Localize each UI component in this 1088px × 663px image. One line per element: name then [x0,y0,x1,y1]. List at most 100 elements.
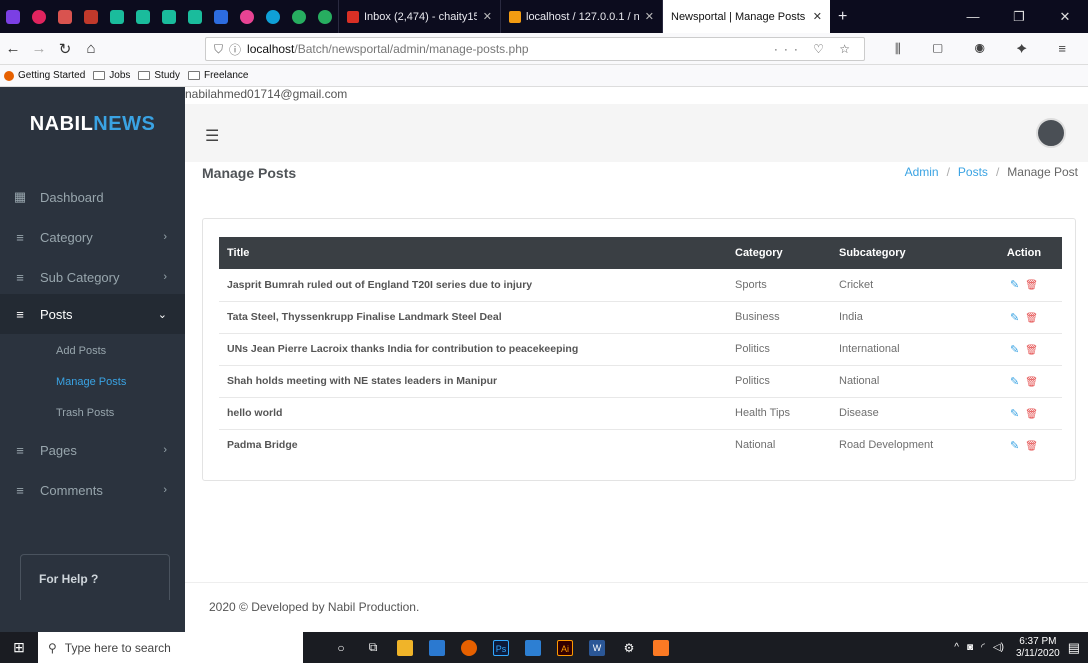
sidebar-item-category[interactable]: ≡ Category › [0,217,185,257]
hamburger-icon[interactable]: ☰ [205,126,219,146]
window-controls: — ❐ ✕ [950,9,1088,25]
sidebar-item-comments[interactable]: ≡ Comments › [0,470,185,510]
word-icon[interactable]: W [581,632,613,663]
post-title: hello world [219,397,727,430]
pinned-tab[interactable] [286,0,312,33]
app-icon[interactable] [517,632,549,663]
wifi-icon[interactable]: ◜ [981,642,985,653]
home-icon[interactable]: ⌂ [78,40,104,57]
sidebar-item-dashboard[interactable]: ▦ Dashboard [0,177,185,217]
file-explorer-icon[interactable] [389,632,421,663]
close-tab-icon[interactable]: ✕ [639,10,654,23]
settings-icon[interactable]: ⚙ [613,632,645,663]
toolbar-icons[interactable]: ⫼ ▢ ◉ ✦ ≡ [895,41,1080,57]
user-email: nabilahmed01714@gmail.com [185,87,348,101]
bookmarks-bar: Getting Started Jobs Study Freelance [0,65,1088,87]
folder-icon [187,71,200,80]
back-icon[interactable]: ← [0,40,26,57]
edit-icon[interactable]: ✎ [1010,279,1019,291]
pinned-tab[interactable] [78,0,104,33]
delete-icon[interactable]: 🗑 [1025,313,1038,324]
page-actions[interactable]: ··· ♡ ☆ [774,42,864,56]
post-title: UNs Jean Pierre Lacroix thanks India for… [219,333,727,366]
bookmark-study[interactable]: Study [138,70,180,81]
delete-icon[interactable]: 🗑 [1025,409,1038,420]
photoshop-icon[interactable]: Ps [485,632,517,663]
close-tab-icon[interactable]: ✕ [477,10,492,23]
pinned-tab[interactable] [130,0,156,33]
pinned-tab[interactable] [52,0,78,33]
sidebar-item-sub-category[interactable]: ≡ Sub Category › [0,257,185,297]
help-box[interactable]: For Help ? [20,554,170,600]
post-category: Health Tips [727,397,831,430]
sidebar-sub-trash-posts[interactable]: Trash Posts [56,407,114,419]
close-tab-icon[interactable]: ✕ [807,10,822,23]
sidebar-sub-add-posts[interactable]: Add Posts [56,345,106,357]
edit-icon[interactable]: ✎ [1010,376,1019,388]
breadcrumb-admin[interactable]: Admin [905,165,939,179]
volume-icon[interactable]: ◁) [993,642,1004,653]
bookmark-getting-started[interactable]: Getting Started [4,70,85,81]
table-row: hello world Health Tips Disease ✎ 🗑 [219,397,1062,430]
firefox-icon [4,70,14,81]
pinned-tab[interactable] [208,0,234,33]
col-subcategory: Subcategory [831,237,986,269]
sidebar-item-posts[interactable]: ≡ Posts ⌄ [0,294,185,334]
post-subcategory: Disease [831,397,986,430]
edit-icon[interactable]: ✎ [1010,312,1019,324]
gmail-icon [347,10,359,23]
pinned-tab[interactable] [26,0,52,33]
maximize-icon[interactable]: ❐ [996,9,1042,25]
pinned-tab[interactable] [312,0,338,33]
topbar: ☰ [185,104,1088,162]
url-bar[interactable]: ⛉ ⓘ localhost/Batch/newsportal/admin/man… [205,37,865,61]
xampp-icon[interactable] [645,632,677,663]
new-tab-button[interactable]: + [830,0,858,33]
breadcrumb-posts[interactable]: Posts [958,165,988,179]
taskbar-search[interactable]: ⚲ Type here to search [38,632,303,663]
brand-logo[interactable]: NABIL NEWS [0,87,185,162]
task-view-icon[interactable]: ⧉ [357,632,389,663]
cortana-icon[interactable]: ○ [325,632,357,663]
tab-manage-posts[interactable]: Newsportal | Manage Posts ✕ [662,0,830,33]
post-title: Shah holds meeting with NE states leader… [219,365,727,398]
tab-gmail[interactable]: Inbox (2,474) - chaity15-100 ✕ [338,0,500,33]
pinned-tab[interactable] [234,0,260,33]
mail-icon[interactable] [421,632,453,663]
firefox-icon[interactable] [453,632,485,663]
tray-chevron-icon[interactable]: ^ [954,642,959,653]
edit-icon[interactable]: ✎ [1010,408,1019,420]
reload-icon[interactable]: ↻ [52,40,78,58]
edit-icon[interactable]: ✎ [1010,344,1019,356]
edit-icon[interactable]: ✎ [1010,440,1019,452]
bookmark-freelance[interactable]: Freelance [187,70,248,81]
avatar[interactable] [1036,118,1066,148]
delete-icon[interactable]: 🗑 [1025,280,1038,291]
pinned-tab[interactable] [104,0,130,33]
clock[interactable]: 6:37 PM 3/11/2020 [1016,636,1060,660]
delete-icon[interactable]: 🗑 [1025,377,1038,388]
browser-tab-strip: Inbox (2,474) - chaity15-100 ✕ localhost… [0,0,1088,33]
post-category: National [735,439,776,452]
pinned-tab[interactable] [260,0,286,33]
notifications-icon[interactable]: ▤ [1068,640,1080,656]
bookmark-jobs[interactable]: Jobs [93,70,130,81]
close-window-icon[interactable]: ✕ [1042,9,1088,25]
sidebar-sub-manage-posts[interactable]: Manage Posts [56,376,126,388]
pinned-tab[interactable] [0,0,26,33]
info-icon: ⓘ [229,42,242,57]
network-icon[interactable]: ◙ [967,642,973,653]
sidebar-item-pages[interactable]: ≡ Pages › [0,430,185,470]
delete-icon[interactable]: 🗑 [1025,441,1038,452]
forward-icon[interactable]: → [26,40,52,57]
delete-icon[interactable]: 🗑 [1025,345,1038,356]
pinned-tab[interactable] [182,0,208,33]
menu-icon: ≡ [16,442,24,458]
system-tray: ^ ◙ ◜ ◁) 6:37 PM 3/11/2020 ▤ [954,636,1088,660]
pinned-tab[interactable] [156,0,182,33]
minimize-icon[interactable]: — [950,9,996,25]
illustrator-icon[interactable]: Ai [549,632,581,663]
windows-start-icon[interactable]: ⊞ [0,639,38,656]
post-category: Sports [727,269,831,302]
tab-phpmyadmin[interactable]: localhost / 127.0.0.1 / news ✕ [500,0,662,33]
